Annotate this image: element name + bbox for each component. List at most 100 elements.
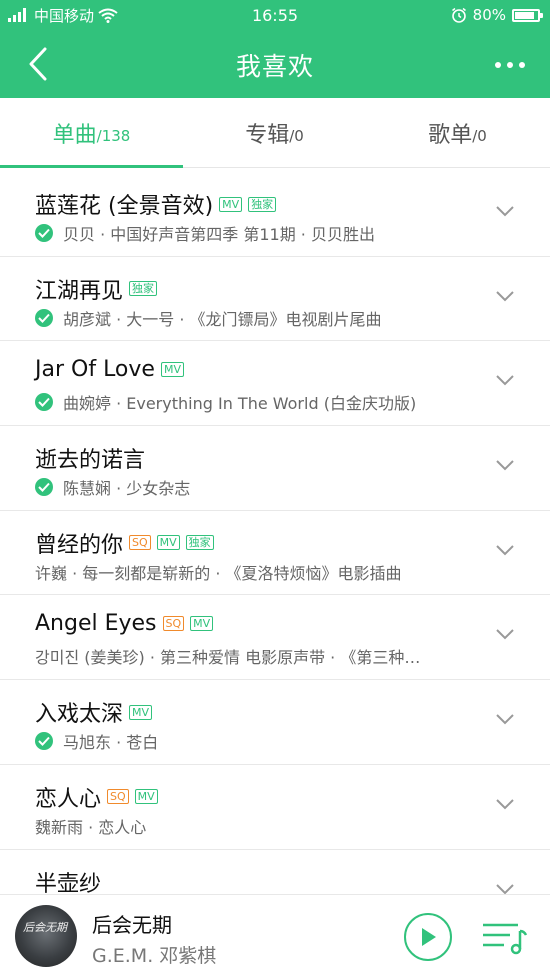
chevron-down-icon[interactable] — [495, 204, 515, 218]
song-title: 入戏太深 — [35, 702, 124, 728]
downloaded-check-icon — [35, 308, 53, 327]
mv-badge[interactable]: MV — [190, 616, 214, 632]
battery-icon — [512, 8, 543, 22]
sq-badge: SQ — [162, 616, 185, 632]
cover-text: 后会无期 — [23, 921, 67, 934]
more-options-button[interactable] — [490, 50, 530, 80]
mv-badge[interactable]: MV — [160, 362, 184, 378]
song-row[interactable]: 入戏太深 MV 马旭东 · 苍白 — [0, 680, 550, 765]
alarm-icon — [451, 7, 466, 23]
status-right: 80% — [451, 0, 543, 30]
song-subtitle-line: 陈慧娴 · 少女杂志 — [35, 475, 190, 499]
song-row[interactable]: 恋人心 SQ MV 魏新雨 · 恋人心 — [0, 765, 550, 850]
song-title-line: 逝去的诺言 — [35, 442, 145, 474]
downloaded-check-icon — [35, 393, 53, 412]
chevron-down-icon[interactable] — [495, 712, 515, 726]
song-row[interactable]: 逝去的诺言 陈慧娴 · 少女杂志 — [0, 426, 550, 511]
tab-albums[interactable]: 专辑/0 — [183, 98, 366, 168]
song-subtitle-line: 贝贝 · 中国好声音第四季 第11期 · 贝贝胜出 — [35, 221, 375, 245]
song-subtitle-line: 马旭东 · 苍白 — [35, 729, 158, 753]
song-title: 蓝莲花 (全景音效) — [35, 194, 214, 219]
song-title-line: 入戏太深 MV — [35, 696, 153, 728]
battery-fill — [515, 11, 535, 19]
more-dot-icon — [519, 62, 525, 68]
song-row[interactable]: 半壶纱 — [0, 850, 550, 895]
song-title-line: 恋人心 SQ MV — [35, 781, 158, 813]
song-subtitle: 马旭东 · 苍白 — [63, 733, 159, 753]
song-title: 半壶纱 — [35, 871, 102, 895]
mini-player[interactable]: 后会无期 后会无期 G.E.M. 邓紫棋 — [0, 894, 550, 978]
more-dot-icon — [507, 62, 513, 68]
song-title: 逝去的诺言 — [35, 448, 146, 474]
downloaded-check-icon — [35, 478, 53, 497]
song-subtitle-line: 강미진 (姜美珍) · 第三种爱情 电影原声带 · 《第三种… — [35, 644, 420, 668]
song-subtitle: 강미진 (姜美珍) · 第三种爱情 电影原声带 · 《第三种… — [35, 648, 421, 668]
song-row[interactable]: 江湖再见 独家 胡彦斌 · 大一号 · 《龙门镖局》电视剧片尾曲 — [0, 257, 550, 342]
song-title-line: 蓝莲花 (全景音效) MV 独家 — [35, 188, 277, 220]
battery-percent: 80% — [472, 6, 506, 24]
tab-playlists[interactable]: 歌单/0 — [366, 98, 549, 168]
sq-badge: SQ — [129, 535, 151, 551]
song-row[interactable]: Angel Eyes SQ MV 강미진 (姜美珍) · 第三种爱情 电影原声带… — [0, 595, 550, 681]
app-header: 我喜欢 — [0, 30, 550, 98]
chevron-down-icon[interactable] — [495, 627, 515, 641]
active-tab-indicator — [0, 165, 183, 168]
song-list: 蓝莲花 (全景音效) MV 独家 贝贝 · 中国好声音第四季 第11期 · 贝贝… — [0, 172, 550, 894]
tab-count: /138 — [96, 127, 131, 145]
song-row[interactable]: 蓝莲花 (全景音效) MV 独家 贝贝 · 中国好声音第四季 第11期 · 贝贝… — [0, 172, 550, 257]
sq-badge: SQ — [107, 789, 129, 805]
song-title-line: Jar Of Love MV — [35, 357, 184, 382]
song-row[interactable]: Jar Of Love MV 曲婉婷 · Everything In The W… — [0, 341, 550, 427]
playlist-icon[interactable] — [480, 917, 530, 957]
song-title: Angel Eyes — [35, 611, 157, 637]
exclusive-badge: 独家 — [129, 281, 158, 297]
song-subtitle-line: 胡彦斌 · 大一号 · 《龙门镖局》电视剧片尾曲 — [35, 306, 382, 330]
song-title: 江湖再见 — [35, 278, 124, 304]
chevron-down-icon[interactable] — [495, 797, 515, 811]
song-subtitle-line: 曲婉婷 · Everything In The World (白金庆功版) — [35, 390, 416, 414]
tab-singles[interactable]: 单曲/138 — [0, 98, 183, 168]
mv-badge[interactable]: MV — [156, 535, 180, 551]
song-subtitle: 许巍 · 每一刻都是崭新的 · 《夏洛特烦恼》电影插曲 — [35, 563, 402, 583]
exclusive-badge: 独家 — [185, 535, 214, 551]
exclusive-badge: 独家 — [248, 196, 277, 212]
downloaded-check-icon — [35, 732, 53, 751]
song-title: 恋人心 — [35, 786, 102, 812]
song-title-line: 半壶纱 — [35, 866, 101, 895]
tab-label: 专辑 — [245, 123, 290, 148]
song-title-line: 曾经的你 SQ MV 独家 — [35, 527, 214, 559]
status-bar: 中国移动 16:55 80% — [0, 0, 550, 30]
play-button[interactable] — [404, 913, 452, 961]
song-subtitle: 魏新雨 · 恋人心 — [35, 817, 147, 837]
chevron-down-icon[interactable] — [495, 373, 515, 387]
chevron-down-icon[interactable] — [495, 289, 515, 303]
song-subtitle: 贝贝 · 中国好声音第四季 第11期 · 贝贝胜出 — [63, 225, 375, 244]
song-title-line: 江湖再见 独家 — [35, 273, 158, 305]
mv-badge[interactable]: MV — [134, 789, 158, 805]
song-subtitle: 曲婉婷 · Everything In The World (白金庆功版) — [63, 394, 417, 414]
tab-label: 单曲 — [52, 123, 97, 148]
song-subtitle-line: 魏新雨 · 恋人心 — [35, 814, 146, 838]
song-subtitle: 陈慧娴 · 少女杂志 — [63, 479, 191, 499]
chevron-down-icon[interactable] — [495, 882, 515, 895]
song-title: 曾经的你 — [35, 532, 124, 558]
song-title-line: Angel Eyes SQ MV — [35, 611, 214, 637]
song-subtitle-line: 许巍 · 每一刻都是崭新的 · 《夏洛特烦恼》电影插曲 — [35, 560, 402, 584]
play-icon — [422, 928, 436, 946]
chevron-down-icon[interactable] — [495, 458, 515, 472]
chevron-down-icon[interactable] — [495, 543, 515, 557]
now-playing-title: 后会无期 — [92, 913, 172, 937]
song-row[interactable]: 曾经的你 SQ MV 独家 许巍 · 每一刻都是崭新的 · 《夏洛特烦恼》电影插… — [0, 511, 550, 596]
song-title: Jar Of Love — [35, 357, 155, 383]
song-subtitle: 胡彦斌 · 大一号 · 《龙门镖局》电视剧片尾曲 — [63, 309, 382, 329]
now-playing-artist: G.E.M. 邓紫棋 — [92, 945, 217, 967]
downloaded-check-icon — [35, 224, 53, 242]
tab-count: /0 — [472, 127, 487, 145]
page-title: 我喜欢 — [235, 52, 314, 81]
mv-badge[interactable]: MV — [219, 196, 243, 212]
album-cover[interactable]: 后会无期 — [15, 905, 77, 967]
tab-count: /0 — [289, 127, 304, 145]
more-dot-icon — [495, 62, 501, 68]
tab-label: 歌单 — [428, 123, 473, 148]
mv-badge[interactable]: MV — [129, 704, 153, 720]
